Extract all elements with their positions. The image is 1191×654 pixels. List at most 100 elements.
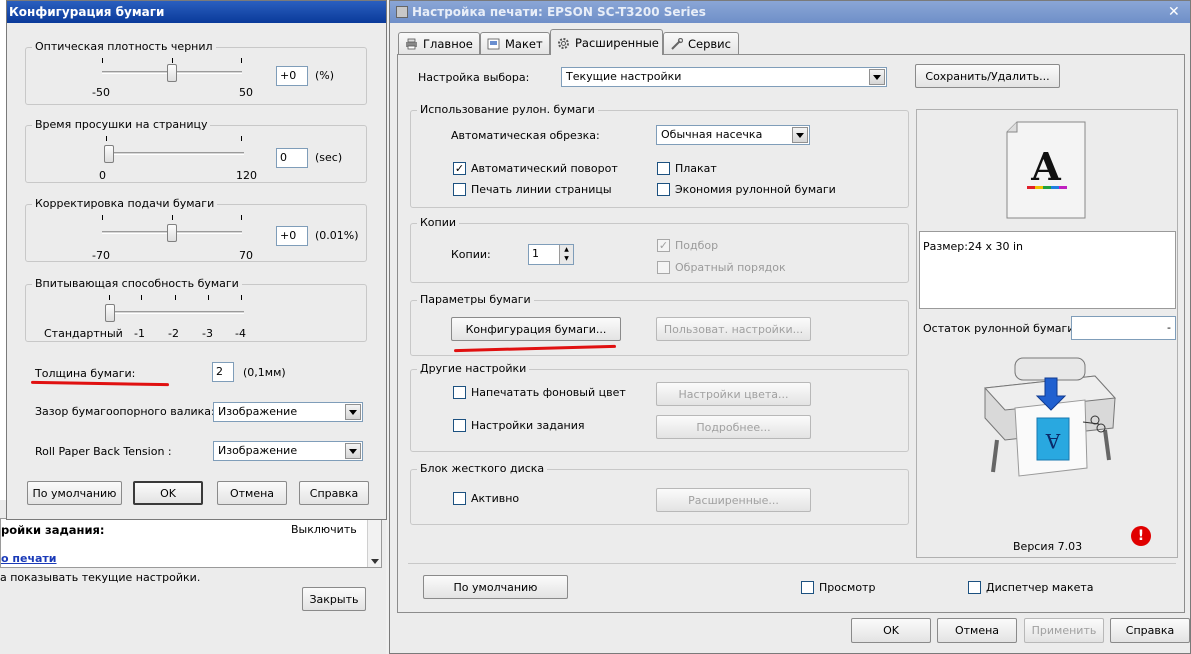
feed-adjust-label: Корректировка подачи бумаги: [32, 197, 218, 210]
color-settings-button: Настройки цвета...: [656, 382, 811, 406]
background-note: а показывать текущие настройки.: [0, 571, 201, 584]
tab-layout-label: Макет: [505, 36, 543, 51]
economy-checkbox[interactable]: [657, 183, 670, 196]
paper-config-titlebar[interactable]: Конфигурация бумаги: [7, 1, 386, 23]
remaining-roll-value: -: [1167, 321, 1171, 334]
tab-service-label: Сервис: [688, 36, 731, 51]
annotation-underline: [30, 380, 170, 387]
chevron-down-icon[interactable]: [345, 404, 361, 420]
main-help-button[interactable]: Справка: [1110, 618, 1190, 643]
tab-service[interactable]: Сервис: [663, 32, 739, 54]
tab-advanced-label: Расширенные: [575, 35, 659, 50]
print-settings-titlebar[interactable]: Настройка печати: EPSON SC-T3200 Series: [390, 1, 1190, 23]
reverse-checkbox: [657, 261, 670, 274]
collate-checkbox: ✓: [657, 239, 670, 252]
copies-stepper[interactable]: 1 ▲ ▼: [528, 244, 574, 265]
window-icon: [396, 6, 408, 18]
tab-main-label: Главное: [423, 36, 473, 51]
back-tension-select[interactable]: Изображение: [213, 441, 363, 461]
suction-track[interactable]: [106, 311, 244, 314]
gear-icon: [557, 37, 570, 49]
bg-color-checkbox[interactable]: [453, 386, 466, 399]
defaults-button[interactable]: По умолчанию: [27, 481, 122, 505]
feed-adjust-max: 70: [239, 249, 253, 262]
layout-manager-label: Диспетчер макета: [986, 581, 1094, 594]
auto-rotate-checkbox[interactable]: ✓: [453, 162, 466, 175]
copies-group: Копии Копии: 1 ▲ ▼ ✓ Подбор Обратный поря…: [410, 216, 909, 283]
preview-info-box: Размер:24 x 30 in: [919, 231, 1176, 309]
paper-config-button[interactable]: Конфигурация бумаги...: [451, 317, 621, 341]
suction-group: Впитывающая способность бумаги Стандартн…: [25, 277, 367, 342]
chevron-down-icon[interactable]: [345, 443, 361, 459]
main-ok-button[interactable]: OK: [851, 618, 931, 643]
help-button[interactable]: Справка: [299, 481, 369, 505]
auto-cut-select[interactable]: Обычная насечка: [656, 125, 810, 145]
select-setting-combo[interactable]: Текущие настройки: [561, 67, 887, 87]
other-settings-group: Другие настройки Напечатать фоновый цвет…: [410, 362, 909, 452]
slider-tick: [109, 295, 110, 300]
copies-label: Копии:: [451, 248, 491, 261]
thickness-input[interactable]: 2: [212, 362, 234, 382]
close-icon[interactable]: ✕: [1168, 5, 1182, 19]
tab-panel: Настройка выбора: Текущие настройки Сохр…: [397, 54, 1185, 613]
feed-adjust-input[interactable]: +0: [276, 226, 308, 246]
ink-density-slider-thumb[interactable]: [167, 64, 177, 82]
save-delete-button[interactable]: Сохранить/Удалить...: [915, 64, 1060, 88]
tab-main[interactable]: Главное: [398, 32, 480, 54]
bg-color-label: Напечатать фоновый цвет: [471, 386, 626, 399]
ink-density-input[interactable]: +0: [276, 66, 308, 86]
remaining-roll-label: Остаток рулонной бумаги:: [923, 322, 1079, 335]
poster-label: Плакат: [675, 162, 717, 175]
close-button[interactable]: Закрыть: [302, 587, 366, 611]
tab-layout[interactable]: Макет: [480, 32, 550, 54]
copies-value: 1: [532, 247, 539, 260]
chevron-down-icon[interactable]: [792, 127, 808, 143]
list-scrollbar[interactable]: [367, 519, 381, 567]
scroll-down-icon[interactable]: [371, 559, 379, 564]
hdd-title: Блок жесткого диска: [417, 462, 548, 475]
drying-time-slider-thumb[interactable]: [104, 145, 114, 163]
checkmark-icon: ✓: [454, 162, 465, 175]
feed-adjust-slider-thumb[interactable]: [167, 224, 177, 242]
preview-panel: A Размер:24 x 30 in Остаток рулонной бум…: [916, 109, 1178, 558]
version-label: Версия 7.03: [1013, 540, 1083, 553]
job-settings-checkbox[interactable]: [453, 419, 466, 432]
job-settings-row-value: Выключить: [291, 523, 357, 536]
apply-button: Применить: [1024, 618, 1104, 643]
svg-text:A: A: [1045, 429, 1061, 453]
warning-icon[interactable]: !: [1131, 526, 1151, 546]
hdd-advanced-button: Расширенные...: [656, 488, 811, 512]
slider-tick: [102, 58, 103, 63]
slider-tick: [172, 215, 173, 220]
layout-manager-checkbox[interactable]: [968, 581, 981, 594]
hdd-active-checkbox[interactable]: [453, 492, 466, 505]
slider-tick: [241, 215, 242, 220]
platen-gap-value: Изображение: [218, 405, 298, 418]
printer-icon: [405, 38, 418, 50]
economy-label: Экономия рулонной бумаги: [675, 183, 836, 196]
slider-tick: [241, 295, 242, 300]
platen-gap-label: Зазор бумагоопорного валика:: [35, 405, 215, 418]
feed-adjust-group: Корректировка подачи бумаги -70 70 +0 (0…: [25, 197, 367, 262]
ink-density-label: Оптическая плотность чернил: [32, 40, 216, 53]
slider-tick: [208, 295, 209, 300]
slider-tick: [102, 215, 103, 220]
auto-cut-value: Обычная насечка: [661, 128, 763, 141]
stepper-arrows[interactable]: ▲ ▼: [559, 245, 573, 264]
page-line-label: Печать линии страницы: [471, 183, 612, 196]
drying-time-track[interactable]: [104, 152, 244, 155]
tab-advanced[interactable]: Расширенные: [550, 29, 663, 55]
preview-checkbox[interactable]: [801, 581, 814, 594]
checkmark-icon: ✓: [658, 239, 669, 252]
panel-defaults-button[interactable]: По умолчанию: [423, 575, 568, 599]
print-info-link[interactable]: о печати: [1, 552, 57, 565]
platen-gap-select[interactable]: Изображение: [213, 402, 363, 422]
ok-button[interactable]: OK: [133, 481, 203, 505]
main-cancel-button[interactable]: Отмена: [937, 618, 1017, 643]
chevron-down-icon[interactable]: [869, 69, 885, 85]
drying-time-input[interactable]: 0: [276, 148, 308, 168]
suction-slider-thumb[interactable]: [105, 304, 115, 322]
cancel-button[interactable]: Отмена: [217, 481, 287, 505]
poster-checkbox[interactable]: [657, 162, 670, 175]
page-line-checkbox[interactable]: [453, 183, 466, 196]
